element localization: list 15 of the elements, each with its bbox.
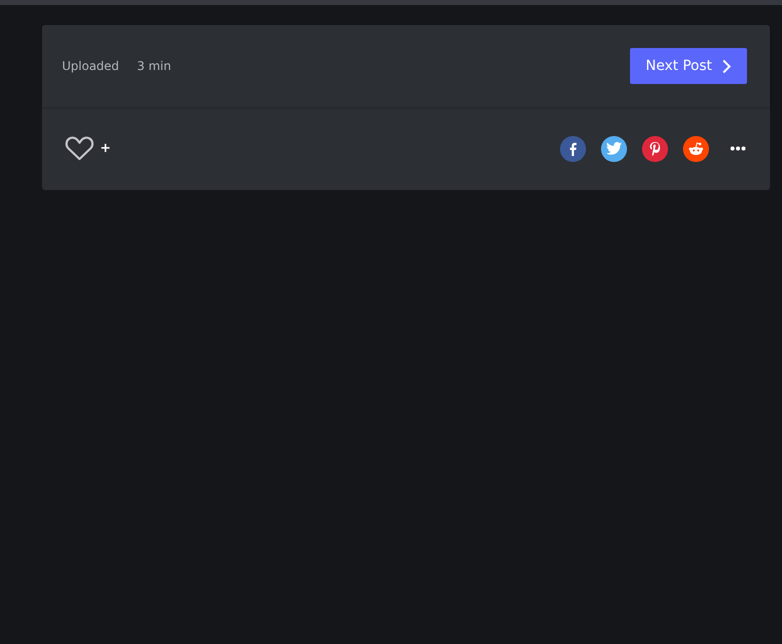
share-button[interactable]	[560, 136, 586, 162]
share-button[interactable]	[601, 136, 627, 162]
share-button[interactable]	[683, 136, 709, 162]
chevron-right-icon	[722, 58, 731, 74]
uploaded-label: Uploaded	[62, 59, 120, 73]
heart-icon[interactable]	[65, 136, 94, 161]
more-icon[interactable]	[730, 146, 746, 151]
share-button[interactable]	[642, 136, 668, 162]
facebook-icon	[569, 142, 577, 156]
next-post-button[interactable]: Next Post	[630, 48, 747, 84]
like-plus[interactable]: +	[100, 141, 111, 156]
upload-time: 3 min	[137, 59, 172, 73]
bird-icon	[606, 142, 622, 155]
pin-icon	[650, 142, 660, 156]
alien-icon	[688, 142, 704, 156]
